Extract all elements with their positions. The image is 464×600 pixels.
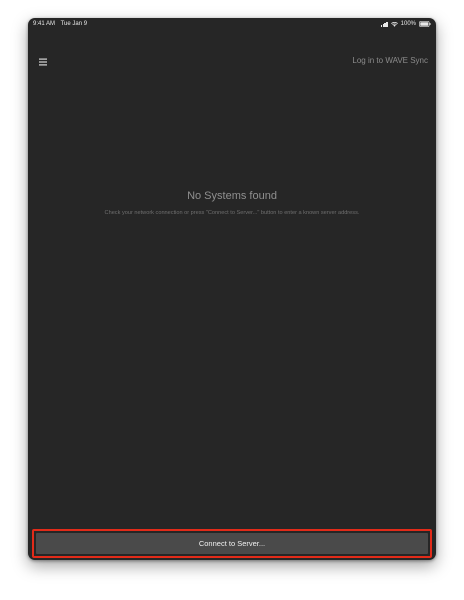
status-indicators: 100% <box>380 18 431 30</box>
status-date: Tue Jan 9 <box>60 21 88 27</box>
empty-state: No Systems found Check your network conn… <box>28 188 436 217</box>
app-window: 9:41 AM Tue Jan 9 100% Log in to WAVE Sy… <box>28 18 436 560</box>
connect-button-highlight: Connect to Server... <box>32 529 432 558</box>
cellular-signal-icon <box>380 22 388 27</box>
empty-state-description: Check your network connection or press "… <box>104 210 360 216</box>
login-wave-sync-link[interactable]: Log in to WAVE Sync <box>352 55 428 67</box>
hamburger-menu-icon[interactable] <box>36 55 50 69</box>
status-bar: 9:41 AM Tue Jan 9 100% <box>28 18 436 30</box>
top-bar: Log in to WAVE Sync <box>28 50 436 74</box>
wifi-icon <box>390 21 398 27</box>
connect-to-server-button[interactable]: Connect to Server... <box>36 533 428 554</box>
status-time-date: 9:41 AM Tue Jan 9 <box>33 18 91 30</box>
status-time: 9:41 AM <box>33 21 56 27</box>
battery-icon <box>419 21 431 27</box>
battery-percentage: 100% <box>400 21 416 27</box>
empty-state-title: No Systems found <box>187 190 277 202</box>
